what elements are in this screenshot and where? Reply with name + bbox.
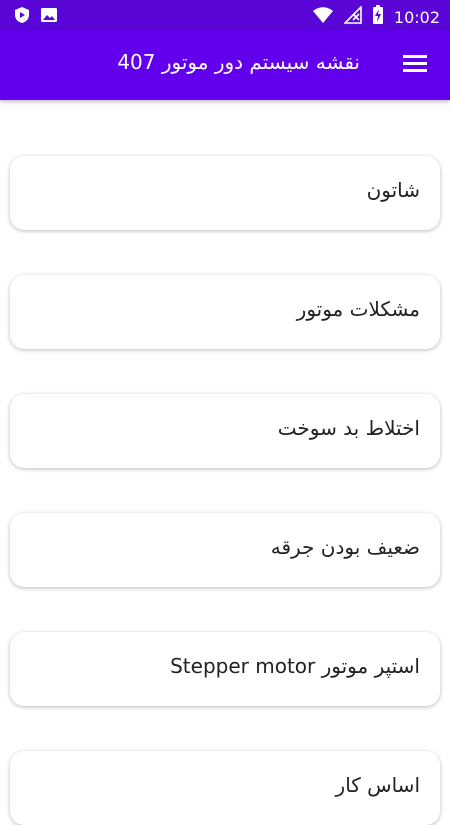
menu-item-card[interactable]: استپر موتور Stepper motor <box>10 632 440 706</box>
battery-charging-icon <box>372 5 384 29</box>
status-time: 10:02 <box>393 7 440 27</box>
menu-item-label: شاتون <box>366 178 420 202</box>
menu-list: شاتون مشکلات موتور اختلاط بد سوخت ضعیف ب… <box>0 100 450 825</box>
app-bar: نقشه سیستم دور موتور 407 <box>0 30 450 100</box>
image-icon <box>40 7 58 27</box>
no-signal-icon <box>342 5 362 28</box>
menu-item-card[interactable]: اختلاط بد سوخت <box>10 394 440 468</box>
status-right-icons: 10:02 <box>312 5 440 29</box>
menu-item-label: اختلاط بد سوخت <box>277 416 420 440</box>
menu-item-card[interactable]: مشکلات موتور <box>10 275 440 349</box>
wifi-icon <box>312 6 334 28</box>
hamburger-menu-icon[interactable] <box>403 53 427 77</box>
status-bar: 10:02 <box>0 0 450 30</box>
menu-item-card[interactable]: اساس کار <box>10 751 440 825</box>
play-protect-icon <box>14 6 30 28</box>
menu-item-label: ضعیف بودن جرقه <box>270 535 420 559</box>
menu-button[interactable] <box>402 52 428 78</box>
menu-item-label: اساس کار <box>335 773 420 797</box>
menu-item-card[interactable]: شاتون <box>10 156 440 230</box>
page-title: نقشه سیستم دور موتور 407 <box>117 50 360 74</box>
status-left-icons <box>14 6 58 28</box>
menu-item-label: مشکلات موتور <box>296 297 420 321</box>
menu-item-card[interactable]: ضعیف بودن جرقه <box>10 513 440 587</box>
menu-item-label: استپر موتور Stepper motor <box>170 654 420 678</box>
